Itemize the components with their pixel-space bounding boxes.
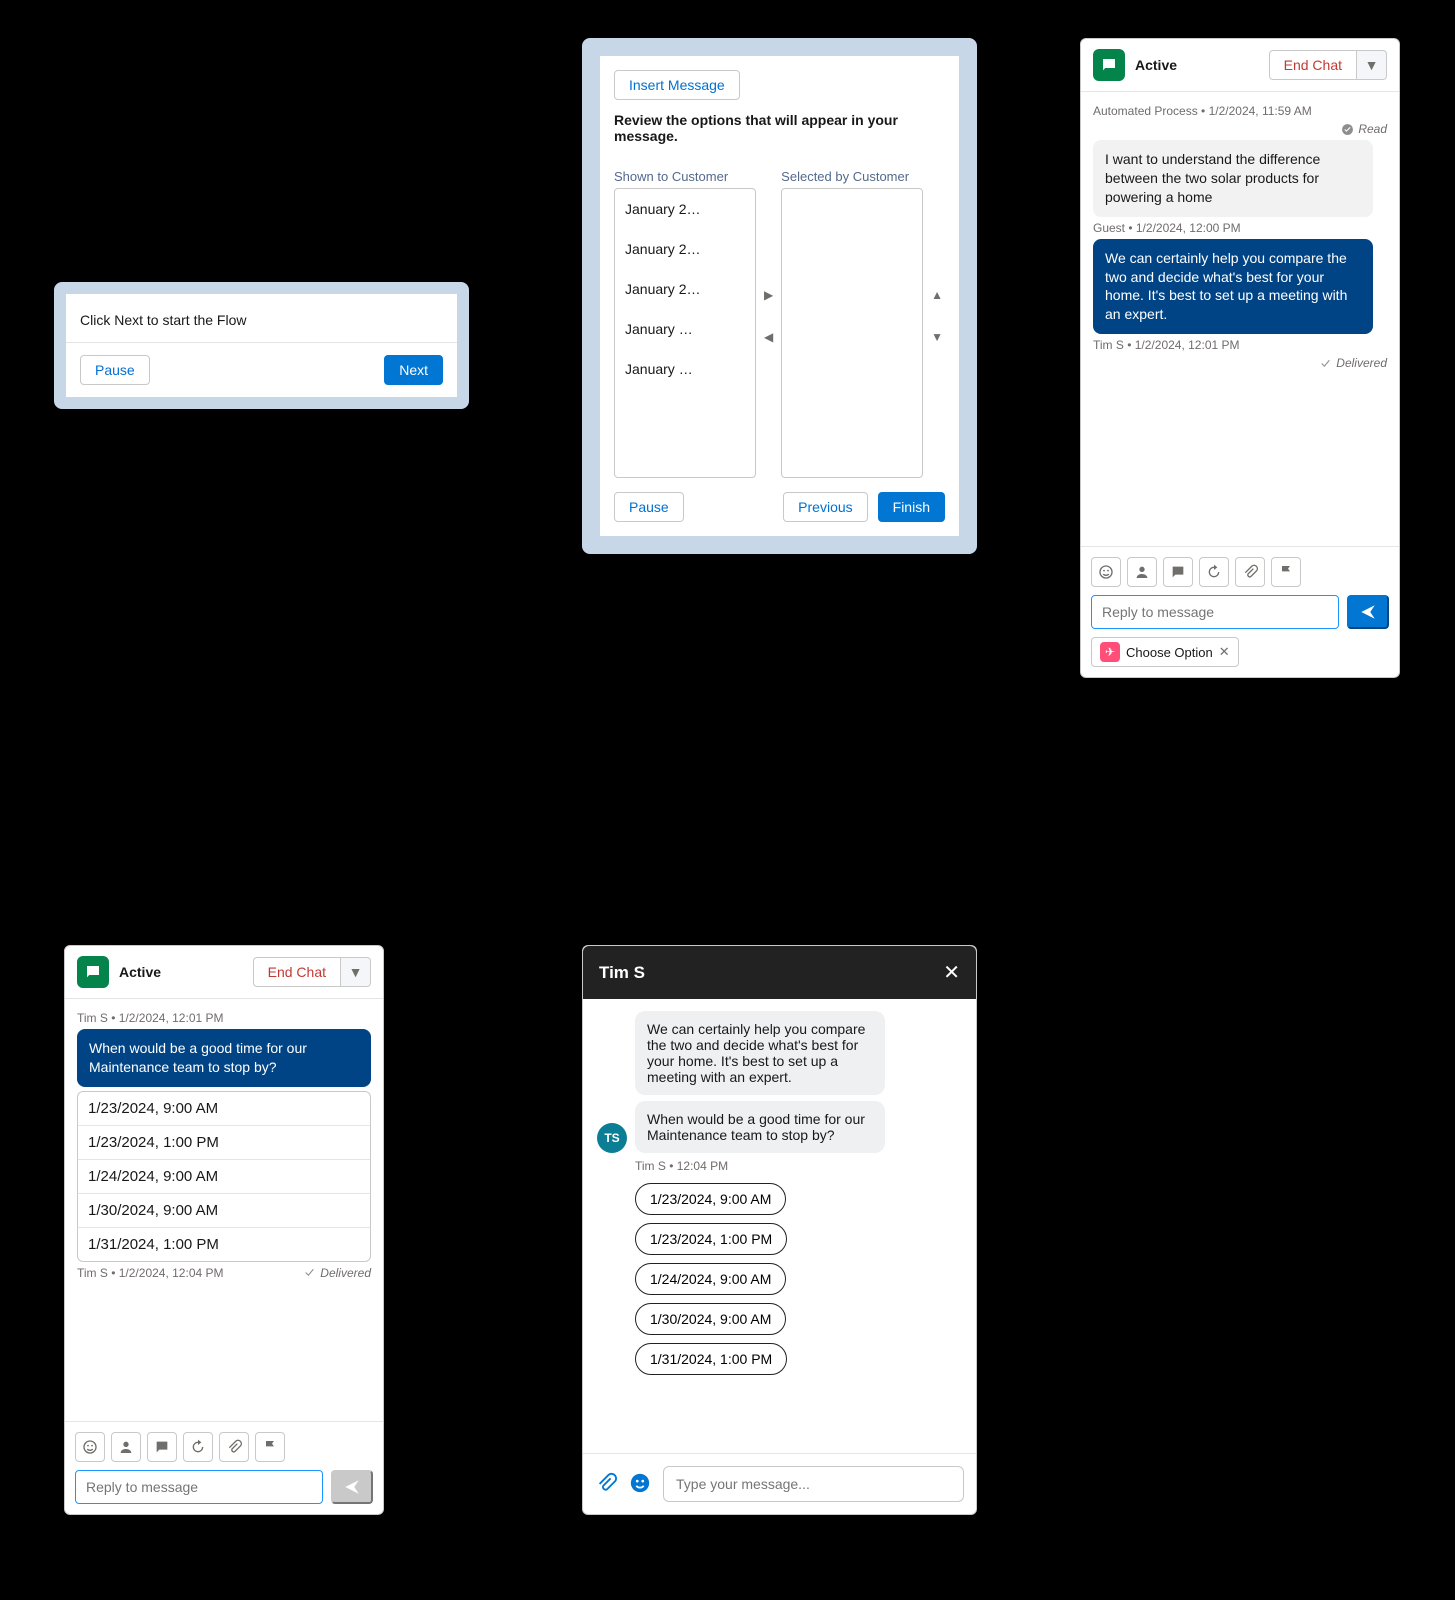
prompt-message: When would be a good time for our Mainte… [77, 1029, 371, 1087]
customer-input[interactable] [663, 1466, 964, 1502]
list-item[interactable]: January 2… [615, 189, 755, 229]
flag-icon[interactable] [255, 1432, 285, 1462]
person-icon[interactable] [111, 1432, 141, 1462]
review-heading: Review the options that will appear in y… [614, 112, 945, 144]
attach-icon[interactable] [219, 1432, 249, 1462]
chat-icon[interactable] [147, 1432, 177, 1462]
send-button[interactable] [331, 1470, 373, 1504]
option-button[interactable]: 1/24/2024, 9:00 AM [635, 1263, 786, 1295]
auto-meta: Automated Process • 1/2/2024, 11:59 AM [1093, 104, 1387, 118]
composer-toolbar [75, 1432, 373, 1462]
read-status: Read [1093, 122, 1387, 136]
agent-meta: Tim S • 1/2/2024, 12:01 PM [1093, 338, 1387, 352]
option-button[interactable]: 1/23/2024, 9:00 AM [635, 1183, 786, 1215]
dialog-body: Click Next to start the Flow [66, 294, 457, 342]
check-icon [303, 1266, 316, 1279]
message-meta: Tim S • 12:04 PM [635, 1159, 962, 1173]
end-chat-dropdown[interactable]: ▼ [1357, 50, 1387, 80]
option-item[interactable]: 1/31/2024, 1:00 PM [78, 1228, 370, 1261]
move-left-icon[interactable]: ◀ [764, 330, 773, 344]
agent-chat-options-window: Active End Chat ▼ Tim S • 1/2/2024, 12:0… [64, 945, 384, 1515]
agent-message: When would be a good time for our Mainte… [635, 1101, 885, 1153]
move-right-icon[interactable]: ▶ [764, 288, 773, 302]
option-list: 1/23/2024, 9:00 AM 1/23/2024, 1:00 PM 1/… [77, 1091, 371, 1262]
attach-icon[interactable] [1235, 557, 1265, 587]
end-chat-button[interactable]: End Chat [253, 957, 341, 987]
person-icon[interactable] [1127, 557, 1157, 587]
customer-options: 1/23/2024, 9:00 AM 1/23/2024, 1:00 PM 1/… [635, 1183, 962, 1375]
agent-message: We can certainly help you compare the tw… [1093, 239, 1373, 335]
agent-meta: Tim S • 1/2/2024, 12:01 PM [77, 1011, 371, 1025]
refresh-icon[interactable] [183, 1432, 213, 1462]
prompt-meta: Tim S • 1/2/2024, 12:04 PM [77, 1266, 224, 1280]
list-item[interactable]: January 2… [615, 269, 755, 309]
reorder-controls: ▲ ▼ [929, 154, 945, 478]
chip-close-icon[interactable]: ✕ [1219, 644, 1230, 660]
list-item[interactable]: January 2… [615, 229, 755, 269]
delivered-status: Delivered [1093, 356, 1387, 370]
list-item[interactable]: January … [615, 349, 755, 389]
refresh-icon[interactable] [1199, 557, 1229, 587]
send-button[interactable] [1347, 595, 1389, 629]
option-item[interactable]: 1/30/2024, 9:00 AM [78, 1194, 370, 1228]
reply-input[interactable] [75, 1470, 323, 1504]
guest-message: I want to understand the difference betw… [1093, 140, 1373, 217]
insert-message-button[interactable]: Insert Message [614, 70, 740, 100]
avatar: TS [597, 1123, 627, 1153]
delivered-status: Delivered [303, 1266, 371, 1280]
option-button[interactable]: 1/30/2024, 9:00 AM [635, 1303, 786, 1335]
agent-chat-window: Active End Chat ▼ Automated Process • 1/… [1080, 38, 1400, 678]
pause-button[interactable]: Pause [80, 355, 150, 385]
dual-listbox: Shown to Customer January 2… January 2… … [614, 154, 945, 478]
insert-message-dialog: Insert Message Review the options that w… [582, 38, 977, 554]
option-item[interactable]: 1/23/2024, 9:00 AM [78, 1092, 370, 1126]
pause-button[interactable]: Pause [614, 492, 684, 522]
selected-label: Selected by Customer [781, 154, 923, 188]
chat-icon[interactable] [1163, 557, 1193, 587]
chat-logo-icon [1093, 49, 1125, 81]
list-item[interactable]: January … [615, 309, 755, 349]
shown-label: Shown to Customer [614, 154, 756, 188]
flow-start-dialog: Click Next to start the Flow Pause Next [54, 282, 469, 409]
close-icon[interactable]: ✕ [943, 960, 960, 985]
option-button[interactable]: 1/31/2024, 1:00 PM [635, 1343, 787, 1375]
choose-option-chip[interactable]: ✈ Choose Option ✕ [1091, 637, 1239, 667]
attach-icon[interactable] [595, 1472, 617, 1497]
move-up-icon[interactable]: ▲ [931, 288, 943, 302]
selected-listbox[interactable] [781, 188, 923, 478]
composer-toolbar [1091, 557, 1389, 587]
move-down-icon[interactable]: ▼ [931, 330, 943, 344]
emoji-icon[interactable] [75, 1432, 105, 1462]
customer-chat-window: Tim S ✕ We can certainly help you compar… [582, 945, 977, 1515]
guest-meta: Guest • 1/2/2024, 12:00 PM [1093, 221, 1387, 235]
chat-status: Active [1135, 57, 1259, 73]
chat-status: Active [119, 964, 243, 980]
option-item[interactable]: 1/24/2024, 9:00 AM [78, 1160, 370, 1194]
emoji-icon[interactable] [629, 1472, 651, 1497]
agent-message: We can certainly help you compare the tw… [635, 1011, 885, 1095]
chip-label: Choose Option [1126, 645, 1213, 660]
customer-header-title: Tim S [599, 963, 645, 983]
shown-listbox[interactable]: January 2… January 2… January 2… January… [614, 188, 756, 478]
move-controls: ▶ ◀ [762, 154, 775, 478]
next-button[interactable]: Next [384, 355, 443, 385]
emoji-icon[interactable] [1091, 557, 1121, 587]
previous-button[interactable]: Previous [783, 492, 867, 522]
chat-logo-icon [77, 956, 109, 988]
reply-input[interactable] [1091, 595, 1339, 629]
option-item[interactable]: 1/23/2024, 1:00 PM [78, 1126, 370, 1160]
end-chat-button[interactable]: End Chat [1269, 50, 1357, 80]
chip-icon: ✈ [1100, 642, 1120, 662]
flag-icon[interactable] [1271, 557, 1301, 587]
option-button[interactable]: 1/23/2024, 1:00 PM [635, 1223, 787, 1255]
end-chat-dropdown[interactable]: ▼ [341, 957, 371, 987]
check-icon [1319, 357, 1332, 370]
finish-button[interactable]: Finish [878, 492, 945, 522]
check-circle-icon [1341, 123, 1354, 136]
